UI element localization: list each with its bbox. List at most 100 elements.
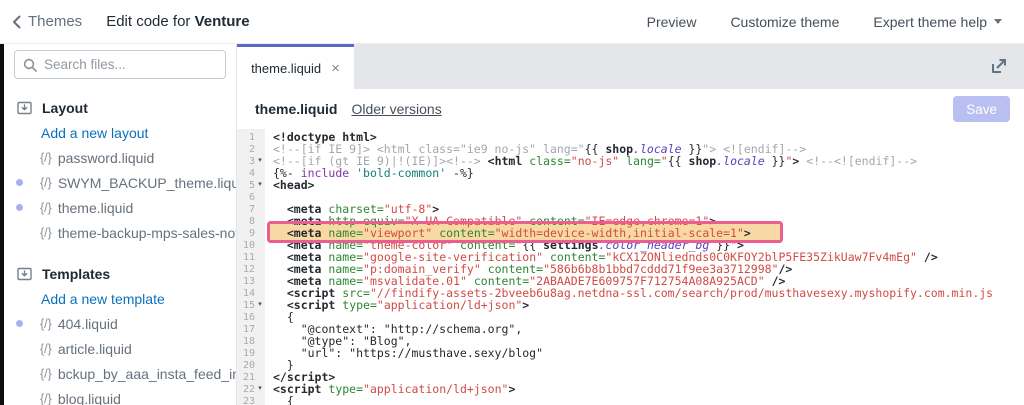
close-tab-icon[interactable]: ×	[331, 61, 340, 76]
expert-theme-help-menu[interactable]: Expert theme help	[873, 14, 1002, 30]
page-title: Edit code for Venture	[106, 13, 249, 30]
line-number: 12	[243, 264, 255, 275]
gutter-line: 9	[237, 227, 265, 239]
caret-down-icon	[994, 19, 1002, 24]
line-number: 21	[243, 372, 255, 383]
gutter-line: 20	[237, 359, 265, 371]
file-name: theme.liquid	[58, 200, 134, 216]
file-item[interactable]: {/}password.liquid	[4, 145, 236, 170]
gutter-line: 4	[237, 167, 265, 179]
line-number: 20	[243, 360, 255, 371]
sidebar-section: Layout Add a new layout{/}password.liquid…	[4, 95, 236, 245]
section-title: Layout	[42, 100, 88, 116]
tab-label: theme.liquid	[251, 61, 321, 76]
gutter-line: 1	[237, 131, 265, 143]
code-line: <head>	[273, 179, 1024, 191]
gutter-line: 8	[237, 215, 265, 227]
fold-caret-icon[interactable]: ▾	[255, 179, 265, 191]
back-label: Themes	[28, 13, 82, 30]
file-item[interactable]: {/}article.liquid	[4, 336, 236, 361]
folder-icon	[16, 265, 33, 282]
gutter-line: 16	[237, 311, 265, 323]
line-number: 13	[243, 276, 255, 287]
gutter-line: 11	[237, 251, 265, 263]
file-item[interactable]: {/} theme.liquid	[4, 195, 236, 220]
unsaved-dot	[16, 320, 28, 327]
gutter-line: 3▾	[237, 155, 265, 167]
file-sections: Layout Add a new layout{/}password.liquid…	[4, 95, 236, 405]
preview-link[interactable]: Preview	[647, 14, 697, 30]
section-header: Templates	[4, 261, 236, 286]
line-number: 17	[243, 324, 255, 335]
line-number: 14	[243, 288, 255, 299]
code-area[interactable]: 123▾45▾6789101112131415▾16171819202122▾2…	[237, 129, 1024, 405]
sidebar-section: TemplatesAdd a new template{/}404.liquid…	[4, 261, 236, 405]
gutter-line: 6	[237, 191, 265, 203]
line-number: 23	[243, 396, 255, 405]
file-item[interactable]: {/}theme-backup-mps-sales-not	[4, 220, 236, 245]
line-number: 15	[243, 300, 255, 311]
search-icon	[23, 58, 37, 72]
line-number: 22	[243, 384, 255, 395]
gutter-line: 7	[237, 203, 265, 215]
file-name: blog.liquid	[58, 391, 121, 405]
code-file-icon: {/}	[40, 201, 52, 215]
unsaved-dot	[16, 179, 28, 186]
topbar: Themes Edit code for Venture Preview Cus…	[0, 0, 1024, 44]
gutter-line: 14	[237, 287, 265, 299]
code-file-icon: {/}	[40, 176, 52, 190]
file-item[interactable]: {/}404.liquid	[4, 311, 236, 336]
code-file-icon: {/}	[40, 392, 52, 405]
line-number: 19	[243, 348, 255, 359]
gutter-line: 10	[237, 239, 265, 251]
line-number: 9	[249, 228, 255, 239]
save-button[interactable]: Save	[953, 96, 1010, 122]
gutter-line: 12	[237, 263, 265, 275]
line-number: 10	[243, 240, 255, 251]
tab-theme-liquid[interactable]: theme.liquid ×	[237, 44, 354, 89]
add-new-link[interactable]: Add a new template	[41, 286, 236, 311]
section-title: Templates	[42, 266, 110, 282]
line-number: 7	[249, 204, 255, 215]
code-line: <script type="application/ld+json">	[273, 383, 1024, 395]
code-file-icon: {/}	[40, 151, 52, 165]
gutter-line: 2	[237, 143, 265, 155]
older-versions-link[interactable]: Older versions	[351, 101, 441, 117]
tab-bar: theme.liquid ×	[237, 44, 1024, 89]
back-to-themes-link[interactable]: Themes	[12, 13, 82, 30]
file-item[interactable]: {/} bckup_by_aaa_insta_feed_inde	[4, 361, 236, 386]
line-number: 1	[249, 132, 255, 143]
file-item[interactable]: {/} blog.liquid	[4, 386, 236, 405]
search-files-input[interactable]	[44, 57, 194, 72]
file-name: theme-backup-mps-sales-not	[58, 225, 236, 241]
file-item[interactable]: {/}SWYM_BACKUP_theme.liquid	[4, 170, 236, 195]
line-number: 4	[249, 168, 255, 179]
file-name: 404.liquid	[58, 316, 118, 332]
file-sidebar: Layout Add a new layout{/}password.liquid…	[4, 44, 237, 405]
line-number: 16	[243, 312, 255, 323]
code-file-icon: {/}	[40, 342, 52, 356]
fold-caret-icon[interactable]: ▾	[255, 383, 265, 395]
line-number: 2	[249, 144, 255, 155]
expand-editor-icon[interactable]	[988, 55, 1010, 77]
code-file-icon: {/}	[40, 367, 52, 381]
line-number-gutter: 123▾45▾6789101112131415▾16171819202122▾2…	[237, 129, 265, 405]
customize-theme-link[interactable]: Customize theme	[730, 14, 839, 30]
topbar-actions: Preview Customize theme Expert theme hel…	[647, 14, 1024, 30]
code-line: "url": "https://musthave.sexy/blog"	[273, 347, 1024, 359]
gutter-line: 21	[237, 371, 265, 383]
code-line: {%- include 'bold-common' -%}	[273, 167, 1024, 179]
file-name: bckup_by_aaa_insta_feed_inde	[58, 366, 236, 382]
add-new-link[interactable]: Add a new layout	[41, 120, 236, 145]
search-files-box	[14, 50, 226, 79]
code-line: }	[273, 359, 1024, 371]
code-line: {	[273, 395, 1024, 405]
line-number: 6	[249, 192, 255, 203]
code-content: <!doctype html><!--[if IE 9]> <html clas…	[265, 129, 1024, 405]
unsaved-dot	[16, 204, 28, 211]
fold-caret-icon[interactable]: ▾	[255, 299, 265, 311]
fold-caret-icon[interactable]: ▾	[255, 155, 265, 167]
gutter-line: 18	[237, 335, 265, 347]
file-title: theme.liquid	[255, 101, 337, 117]
section-header: Layout	[4, 95, 236, 120]
